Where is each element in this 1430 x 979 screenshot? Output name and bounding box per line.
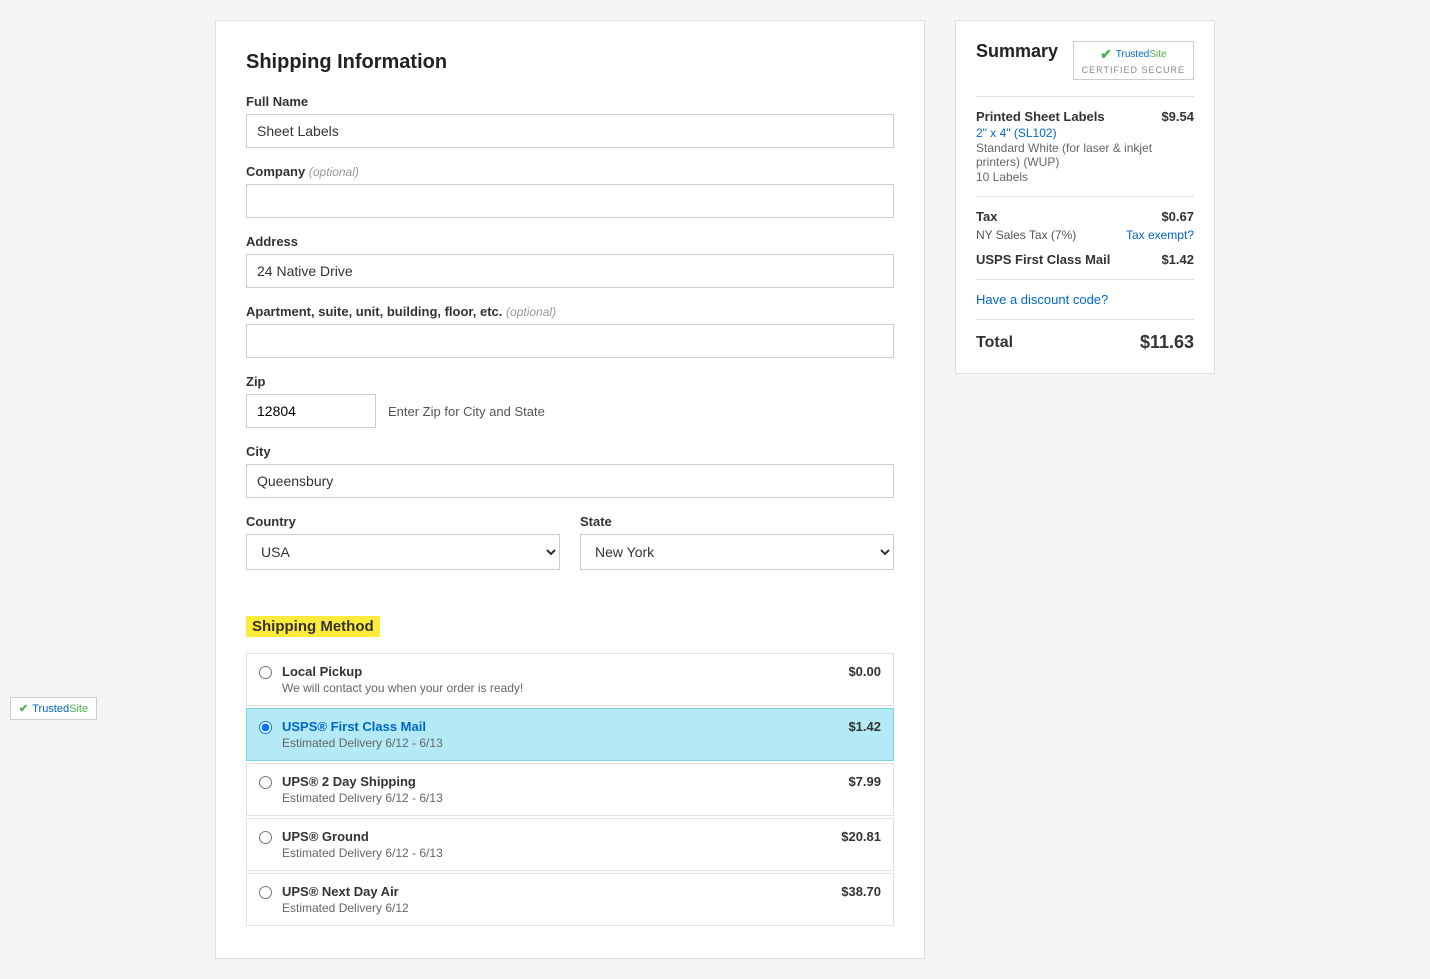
tax-detail-row: NY Sales Tax (7%) Tax exempt? — [976, 228, 1194, 242]
local-pickup-description: We will contact you when your order is r… — [282, 681, 848, 695]
product-detail-2: Standard White (for laser & inkjet print… — [976, 141, 1194, 169]
shipping-option-local-pickup[interactable]: Local Pickup We will contact you when yo… — [246, 653, 894, 706]
zip-group: Zip Enter Zip for City and State — [246, 374, 894, 428]
shipping-option-ups-2day[interactable]: UPS® 2 Day Shipping Estimated Delivery 6… — [246, 763, 894, 816]
address-label: Address — [246, 234, 894, 249]
company-label: Company (optional) — [246, 164, 894, 179]
city-label: City — [246, 444, 894, 459]
shipping-method-section: Shipping Method Local Pickup We will con… — [246, 616, 894, 926]
ups-ground-radio[interactable] — [259, 831, 272, 844]
usps-first-class-name: USPS® First Class Mail — [282, 719, 848, 734]
local-pickup-radio[interactable] — [259, 666, 272, 679]
ups-ground-name: UPS® Ground — [282, 829, 841, 844]
apartment-group: Apartment, suite, unit, building, floor,… — [246, 304, 894, 358]
full-name-group: Full Name — [246, 94, 894, 148]
full-name-label: Full Name — [246, 94, 894, 109]
city-group: City — [246, 444, 894, 498]
zip-input[interactable] — [246, 394, 376, 428]
shipping-option-ups-next-day[interactable]: UPS® Next Day Air Estimated Delivery 6/1… — [246, 873, 894, 926]
local-pickup-price: $0.00 — [848, 664, 881, 679]
tax-label: Tax — [976, 209, 997, 224]
tax-exempt-link[interactable]: Tax exempt? — [1126, 228, 1194, 242]
ups-next-day-radio[interactable] — [259, 886, 272, 899]
shipping-information-title: Shipping Information — [246, 51, 894, 74]
trusted-site-badge-text: TrustedSite — [1116, 49, 1167, 60]
local-pickup-name: Local Pickup — [282, 664, 848, 679]
company-group: Company (optional) — [246, 164, 894, 218]
bottom-trusted-site-text: TrustedSite — [32, 703, 88, 715]
address-input[interactable] — [246, 254, 894, 288]
summary-shipping-price: $1.42 — [1161, 252, 1194, 267]
state-group: State New York California Texas Florida … — [580, 514, 894, 570]
summary-product-item: Printed Sheet Labels $9.54 2" x 4" (SL10… — [976, 109, 1194, 184]
total-row: Total $11.63 — [976, 332, 1194, 353]
discount-code-link[interactable]: Have a discount code? — [976, 292, 1194, 307]
product-price: $9.54 — [1161, 109, 1194, 124]
product-name: Printed Sheet Labels — [976, 109, 1105, 124]
summary-shipping-label: USPS First Class Mail — [976, 252, 1110, 267]
address-group: Address — [246, 234, 894, 288]
summary-title: Summary — [976, 41, 1058, 62]
usps-first-class-price: $1.42 — [848, 719, 881, 734]
shipping-option-usps-first-class[interactable]: USPS® First Class Mail Estimated Deliver… — [246, 708, 894, 761]
bottom-checkmark-icon: ✔ — [19, 702, 28, 715]
usps-first-class-radio[interactable] — [259, 721, 272, 734]
shipping-method-title: Shipping Method — [246, 616, 380, 637]
ups-ground-delivery: Estimated Delivery 6/12 - 6/13 — [282, 846, 841, 860]
tax-detail-text: NY Sales Tax (7%) — [976, 228, 1076, 242]
total-price: $11.63 — [1140, 332, 1194, 353]
summary-shipping-row: USPS First Class Mail $1.42 — [976, 252, 1194, 267]
total-label: Total — [976, 334, 1013, 352]
country-select[interactable]: USA — [246, 534, 560, 570]
city-input[interactable] — [246, 464, 894, 498]
country-label: Country — [246, 514, 560, 529]
apartment-input[interactable] — [246, 324, 894, 358]
ups-2day-name: UPS® 2 Day Shipping — [282, 774, 848, 789]
product-detail-3: 10 Labels — [976, 170, 1194, 184]
apartment-label: Apartment, suite, unit, building, floor,… — [246, 304, 894, 319]
state-label: State — [580, 514, 894, 529]
full-name-input[interactable] — [246, 114, 894, 148]
ups-next-day-delivery: Estimated Delivery 6/12 — [282, 901, 841, 915]
summary-section: Summary ✔ TrustedSite CERTIFIED SECURE P… — [955, 20, 1215, 374]
shipping-option-ups-ground[interactable]: UPS® Ground Estimated Delivery 6/12 - 6/… — [246, 818, 894, 871]
usps-first-class-delivery: Estimated Delivery 6/12 - 6/13 — [282, 736, 848, 750]
state-select[interactable]: New York California Texas Florida New Je… — [580, 534, 894, 570]
certified-secure-text: CERTIFIED SECURE — [1082, 65, 1185, 75]
zip-hint: Enter Zip for City and State — [388, 404, 545, 419]
ups-next-day-name: UPS® Next Day Air — [282, 884, 841, 899]
summary-tax-row: Tax $0.67 — [976, 209, 1194, 224]
trusted-site-bottom-badge[interactable]: ✔ TrustedSite — [10, 697, 97, 720]
ups-2day-delivery: Estimated Delivery 6/12 - 6/13 — [282, 791, 848, 805]
ups-2day-price: $7.99 — [848, 774, 881, 789]
company-input[interactable] — [246, 184, 894, 218]
product-detail-1: 2" x 4" (SL102) — [976, 126, 1194, 140]
checkmark-icon: ✔ — [1100, 46, 1112, 63]
ups-next-day-price: $38.70 — [841, 884, 881, 899]
tax-price: $0.67 — [1161, 209, 1194, 224]
trusted-site-badge: ✔ TrustedSite CERTIFIED SECURE — [1073, 41, 1194, 80]
zip-label: Zip — [246, 374, 894, 389]
ups-2day-radio[interactable] — [259, 776, 272, 789]
ups-ground-price: $20.81 — [841, 829, 881, 844]
country-group: Country USA — [246, 514, 560, 570]
